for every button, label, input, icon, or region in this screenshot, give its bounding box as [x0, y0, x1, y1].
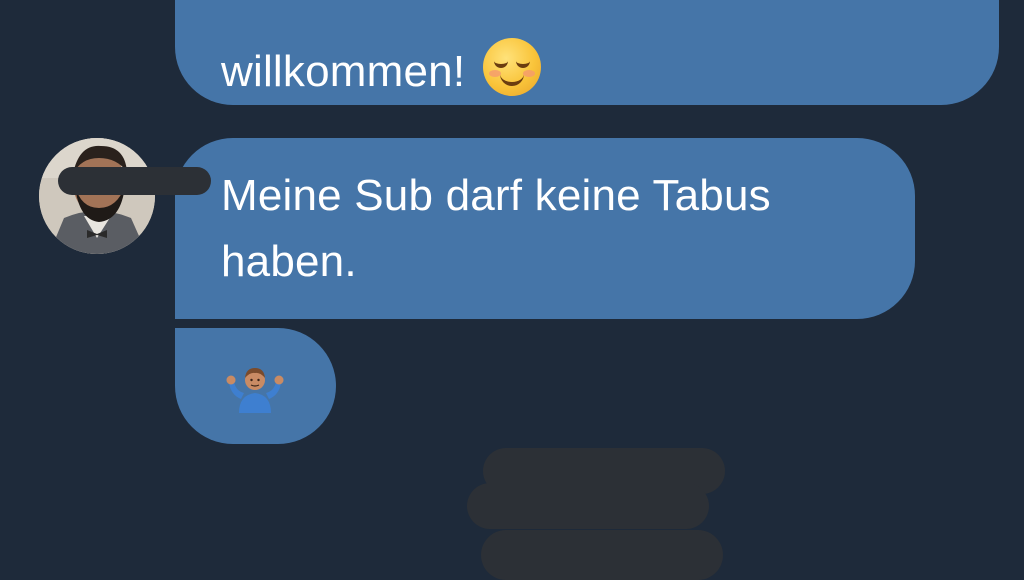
message-bubble[interactable]: [175, 328, 336, 444]
smiling-face-emoji-icon: [483, 38, 542, 96]
redacted-content: [481, 530, 723, 580]
sender-avatar[interactable]: [39, 138, 155, 254]
person-shrugging-emoji-icon: [226, 368, 284, 413]
avatar-photo-icon: [39, 138, 155, 254]
message-text-line: Meine Sub darf keine Tabus: [221, 171, 771, 220]
message-text-line: haben.: [221, 237, 357, 286]
redacted-sender-name: [58, 167, 211, 195]
message-text-word: willkommen!: [221, 47, 466, 96]
message-text-cutoff: ... ... ...: [221, 10, 999, 40]
message-bubble[interactable]: ... ... ... willkommen!: [175, 0, 999, 105]
redacted-content: [467, 483, 709, 529]
chat-view: ... ... ... willkommen! Meine Sub darf: [0, 0, 1024, 580]
message-text: willkommen!: [221, 38, 999, 105]
message-bubble[interactable]: Meine Sub darf keine Tabus haben.: [175, 138, 915, 319]
